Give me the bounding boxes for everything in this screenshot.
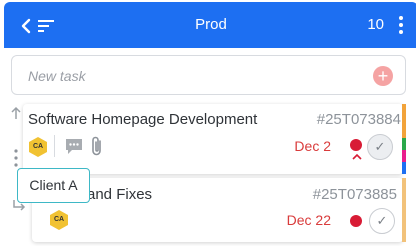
priority-indicator[interactable] [350, 139, 362, 151]
chevron-up-icon[interactable] [351, 152, 363, 160]
complete-button[interactable]: ✓ [367, 134, 393, 160]
task-id: #25T073885 [312, 186, 397, 203]
page-title: Prod [195, 16, 227, 33]
check-icon: ✓ [376, 213, 388, 228]
label-stripe [402, 104, 406, 174]
client-tooltip: Client A [17, 168, 90, 203]
due-date[interactable]: Dec 2 [294, 138, 331, 154]
arrow-up-icon[interactable] [10, 106, 22, 120]
header-bar: Prod 10 [4, 2, 416, 48]
task-count: 10 [367, 16, 384, 33]
kebab-menu-icon[interactable] [398, 15, 404, 35]
client-avatar[interactable]: CA [50, 210, 68, 230]
task-card[interactable]: Software Homepage Development #25T073884… [23, 104, 403, 174]
check-icon: ✓ [374, 139, 386, 154]
attachment-icon[interactable] [90, 135, 104, 157]
task-name[interactable]: and Fixes [87, 186, 152, 203]
comment-icon[interactable] [64, 137, 84, 155]
priority-indicator[interactable] [350, 215, 362, 227]
client-avatar[interactable]: CA [29, 137, 47, 157]
new-task-input[interactable] [28, 65, 358, 87]
complete-button[interactable]: ✓ [369, 208, 395, 234]
drag-handle-icon[interactable] [14, 149, 18, 167]
label-stripe [402, 178, 406, 242]
task-name[interactable]: Software Homepage Development [28, 111, 257, 128]
divider [54, 135, 55, 157]
due-date[interactable]: Dec 22 [287, 212, 331, 228]
new-task-box: + [11, 55, 406, 95]
task-id: #25T073884 [316, 111, 401, 128]
add-icon[interactable]: + [373, 66, 393, 86]
